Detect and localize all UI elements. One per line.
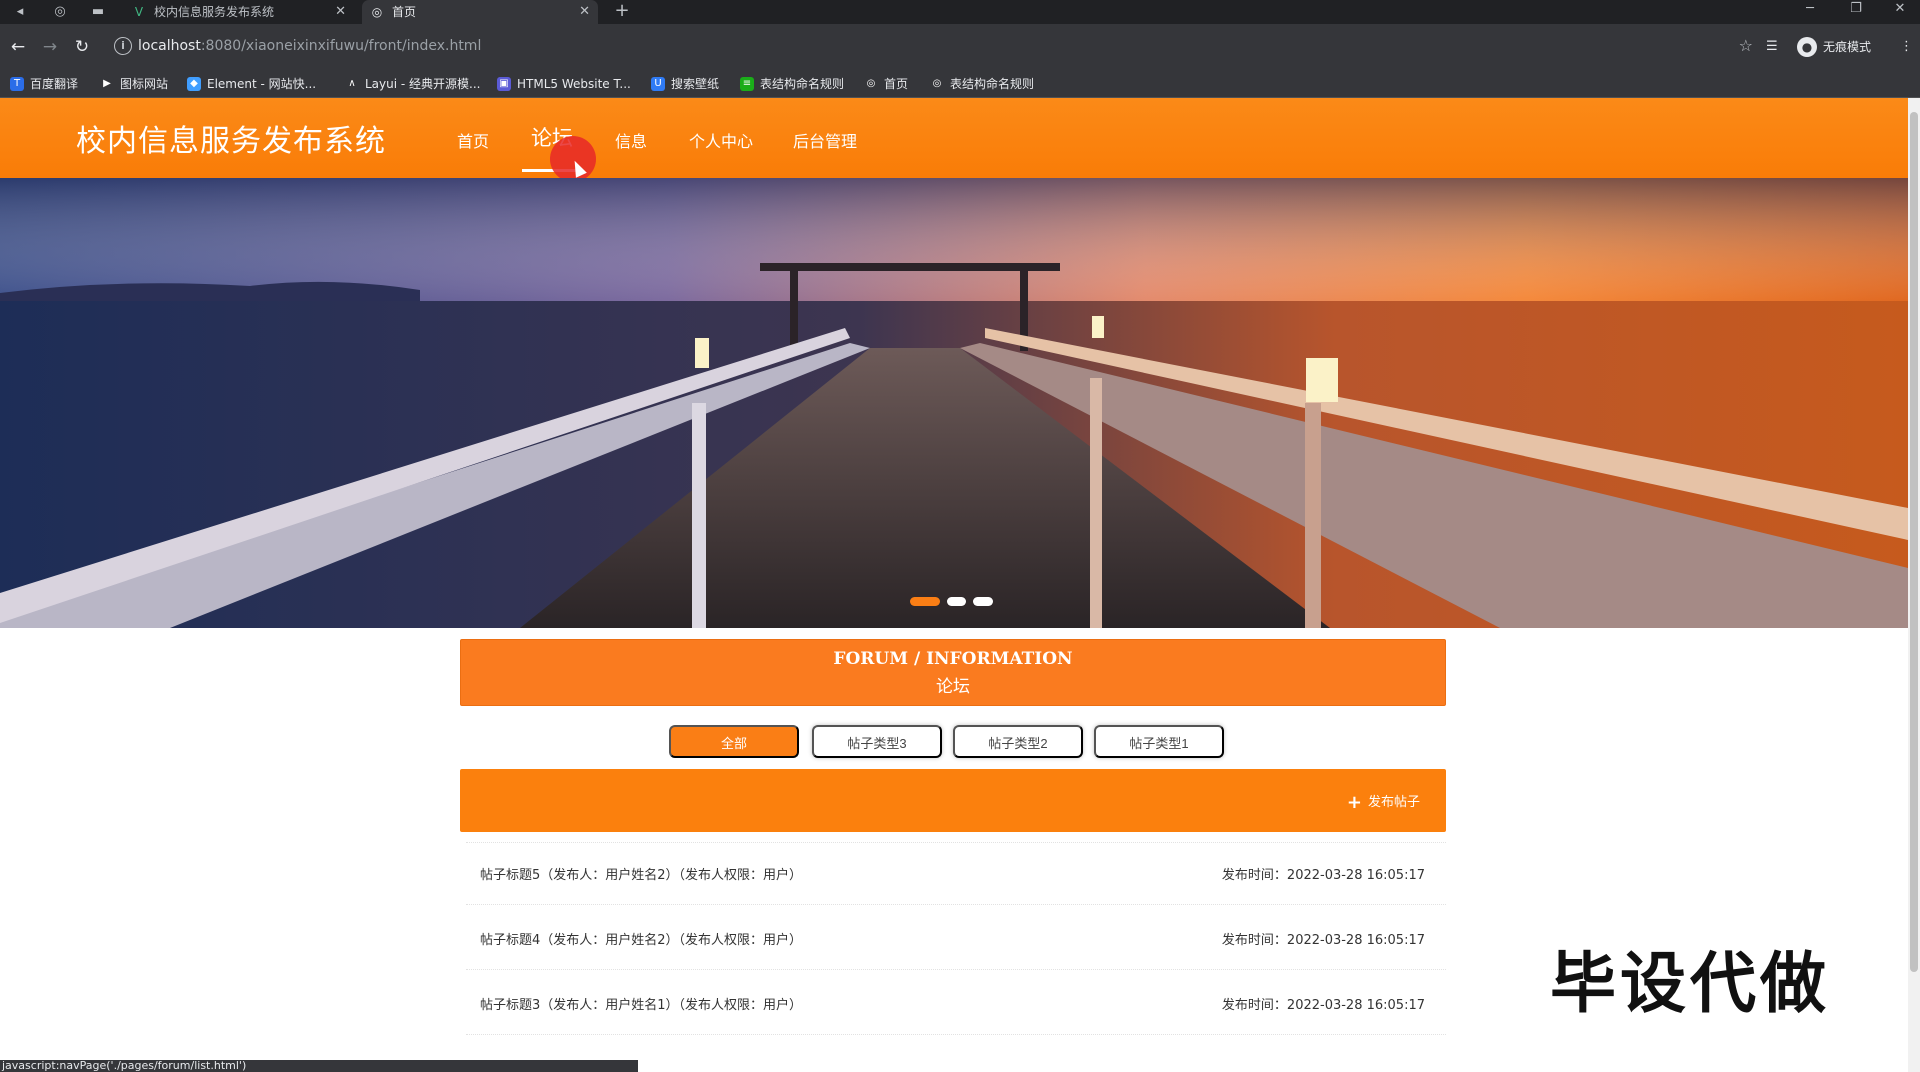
post-title[interactable]: 帖子标题3（发布人：用户姓名1）（发布人权限：用户） [480, 994, 802, 1013]
post-time: 发布时间：2022-03-28 16:05:17 [1221, 998, 1425, 1013]
row-divider [466, 969, 1446, 970]
bookmark-item[interactable]: ≡ 表结构命名规则 [740, 76, 844, 92]
bookmark-item[interactable]: ▣ HTML5 Website T... [497, 76, 631, 92]
address-bar[interactable]: i localhost:8080/xiaoneixinxifuwu/front/… [108, 33, 1763, 61]
post-time: 发布时间：2022-03-28 16:05:17 [1221, 868, 1425, 883]
carousel-dot-1[interactable] [910, 597, 940, 606]
bookmark-favicon-icon: ◎ [864, 77, 878, 91]
row-divider [466, 842, 1446, 843]
forward-icon[interactable]: → [38, 35, 62, 59]
site-title: 校内信息服务发布系统 [76, 124, 386, 159]
page-scrollbar[interactable] [1908, 98, 1920, 1072]
nav-info[interactable]: 信息 [615, 128, 647, 152]
reading-list-icon[interactable]: ☰ [1766, 35, 1778, 59]
url-text: localhost:8080/xiaoneixinxifuwu/front/in… [138, 38, 482, 54]
bookmark-favicon-icon: ◆ [187, 77, 201, 91]
browser-toolbar: ← → ↻ i localhost:8080/xiaoneixinxifuwu/… [0, 24, 1920, 70]
close-tab-icon[interactable]: ✕ [579, 0, 590, 24]
bookmark-label: 百度翻译 [30, 77, 79, 91]
filter-type-1[interactable]: 帖子类型1 [1094, 725, 1224, 758]
close-window-icon[interactable]: ✕ [1880, 0, 1920, 20]
banner-carousel[interactable] [0, 178, 1908, 628]
vue-icon: V [134, 5, 144, 19]
more-menu-icon[interactable]: ⋮ [1900, 35, 1913, 59]
bookmark-favicon-icon: ∧ [345, 77, 359, 91]
tab-title: 校内信息服务发布系统 [154, 5, 275, 19]
tab-title: 首页 [392, 5, 417, 19]
speaker-icon[interactable]: ◂ [10, 2, 30, 22]
overlay-watermark-text: 毕设代做 [1550, 945, 1830, 1022]
bookmark-label: Layui - 经典开源模... [365, 77, 481, 91]
filter-type-2[interactable]: 帖子类型2 [953, 725, 1083, 758]
row-divider [466, 1034, 1446, 1035]
restore-icon[interactable]: ❐ [1836, 0, 1876, 20]
bookmark-favicon-icon: U [651, 77, 665, 91]
post-title[interactable]: 帖子标题5（发布人：用户姓名2）（发布人权限：用户） [480, 864, 802, 883]
globe-icon: ◎ [371, 5, 383, 19]
post-row[interactable]: 帖子标题3（发布人：用户姓名1）（发布人权限：用户） 发布时间：2022-03-… [460, 972, 1446, 1036]
reload-icon[interactable]: ↻ [70, 35, 94, 59]
bookmark-label: Element - 网站快... [207, 77, 317, 91]
bookmark-item[interactable]: ∧ Layui - 经典开源模... [345, 76, 480, 92]
back-icon[interactable]: ← [6, 35, 30, 59]
publish-post-button[interactable]: + 发布帖子 [1347, 791, 1420, 813]
nav-home[interactable]: 首页 [457, 128, 489, 152]
post-row[interactable]: 帖子标题5（发布人：用户姓名2）（发布人权限：用户） 发布时间：2022-03-… [460, 842, 1446, 906]
plus-icon: + [1346, 792, 1362, 813]
browser-tab-home[interactable]: ◎ 首页 ✕ [362, 0, 598, 24]
new-tab-icon[interactable]: + [612, 0, 632, 24]
incognito-icon[interactable]: ● [1797, 37, 1817, 57]
banner-image [0, 178, 1908, 628]
bookmark-favicon-icon: ◎ [930, 77, 944, 91]
site-header: 校内信息服务发布系统 首页 论坛 信息 个人中心 后台管理 [0, 98, 1908, 182]
post-time: 发布时间：2022-03-28 16:05:17 [1221, 933, 1425, 948]
publish-post-label: 发布帖子 [1367, 795, 1420, 810]
bookmark-favicon-icon: ▣ [497, 77, 511, 91]
globe-icon[interactable]: ◎ [50, 2, 70, 22]
bookmark-favicon-icon: T [10, 77, 24, 91]
minimize-icon[interactable]: ─ [1790, 0, 1830, 20]
bookmark-item[interactable]: ◎ 首页 [864, 76, 908, 92]
bookmark-item[interactable]: ▶ 图标网站 [100, 76, 168, 92]
bookmark-favicon-icon: ≡ [740, 77, 754, 91]
close-tab-icon[interactable]: ✕ [335, 0, 346, 24]
bookmark-item[interactable]: ◎ 表结构命名规则 [930, 76, 1034, 92]
profile-label[interactable]: 无痕模式 [1823, 35, 1871, 59]
post-title[interactable]: 帖子标题4（发布人：用户姓名2）（发布人权限：用户） [480, 929, 802, 948]
bookmark-label: 图标网站 [120, 77, 169, 91]
section-heading-cn: 论坛 [936, 677, 970, 697]
info-icon[interactable]: i [114, 37, 132, 55]
page-viewport: 校内信息服务发布系统 首页 论坛 信息 个人中心 后台管理 FORUM / IN… [0, 98, 1920, 1072]
post-row[interactable]: 帖子标题4（发布人：用户姓名2）（发布人权限：用户） 发布时间：2022-03-… [460, 907, 1446, 971]
bookmark-item[interactable]: U 搜索壁纸 [651, 76, 719, 92]
window-icon[interactable]: ▬ [88, 2, 108, 22]
scrollbar-thumb[interactable] [1910, 112, 1918, 972]
filter-all[interactable]: 全部 [669, 725, 799, 758]
bookmarks-bar: T 百度翻译 ▶ 图标网站 ◆ Element - 网站快... ∧ Layui - 经典开源… [0, 70, 1920, 98]
bookmark-star-icon[interactable]: ☆ [1739, 36, 1753, 55]
bookmark-item[interactable]: ◆ Element - 网站快... [187, 76, 316, 92]
forum-section-heading: FORUM / INFORMATION 论坛 [460, 639, 1446, 706]
filter-type-3[interactable]: 帖子类型3 [812, 725, 942, 758]
carousel-dot-2[interactable] [947, 597, 966, 606]
bookmark-label: 表结构命名规则 [760, 77, 845, 91]
section-heading-en: FORUM / INFORMATION [833, 649, 1073, 669]
bookmark-label: 表结构命名规则 [950, 77, 1035, 91]
bookmark-label: HTML5 Website T... [517, 77, 631, 91]
nav-personal-center[interactable]: 个人中心 [689, 128, 753, 152]
bookmark-label: 搜索壁纸 [671, 77, 720, 91]
carousel-dot-3[interactable] [973, 597, 993, 606]
row-divider [466, 904, 1446, 905]
post-action-bar: + 发布帖子 [460, 769, 1446, 832]
bookmark-favicon-icon: ▶ [100, 77, 114, 91]
cursor-highlight [550, 136, 596, 182]
browser-tab-system[interactable]: V 校内信息服务发布系统 ✕ [124, 0, 354, 24]
browser-tab-strip: ◂ ◎ ▬ V 校内信息服务发布系统 ✕ ◎ 首页 ✕ + ─ ❐ ✕ [0, 0, 1920, 24]
bookmark-item[interactable]: T 百度翻译 [10, 76, 78, 92]
bookmark-label: 首页 [884, 77, 909, 91]
status-bar-link: javascript:navPage('./pages/forum/list.h… [0, 1060, 638, 1072]
nav-admin[interactable]: 后台管理 [793, 128, 857, 152]
